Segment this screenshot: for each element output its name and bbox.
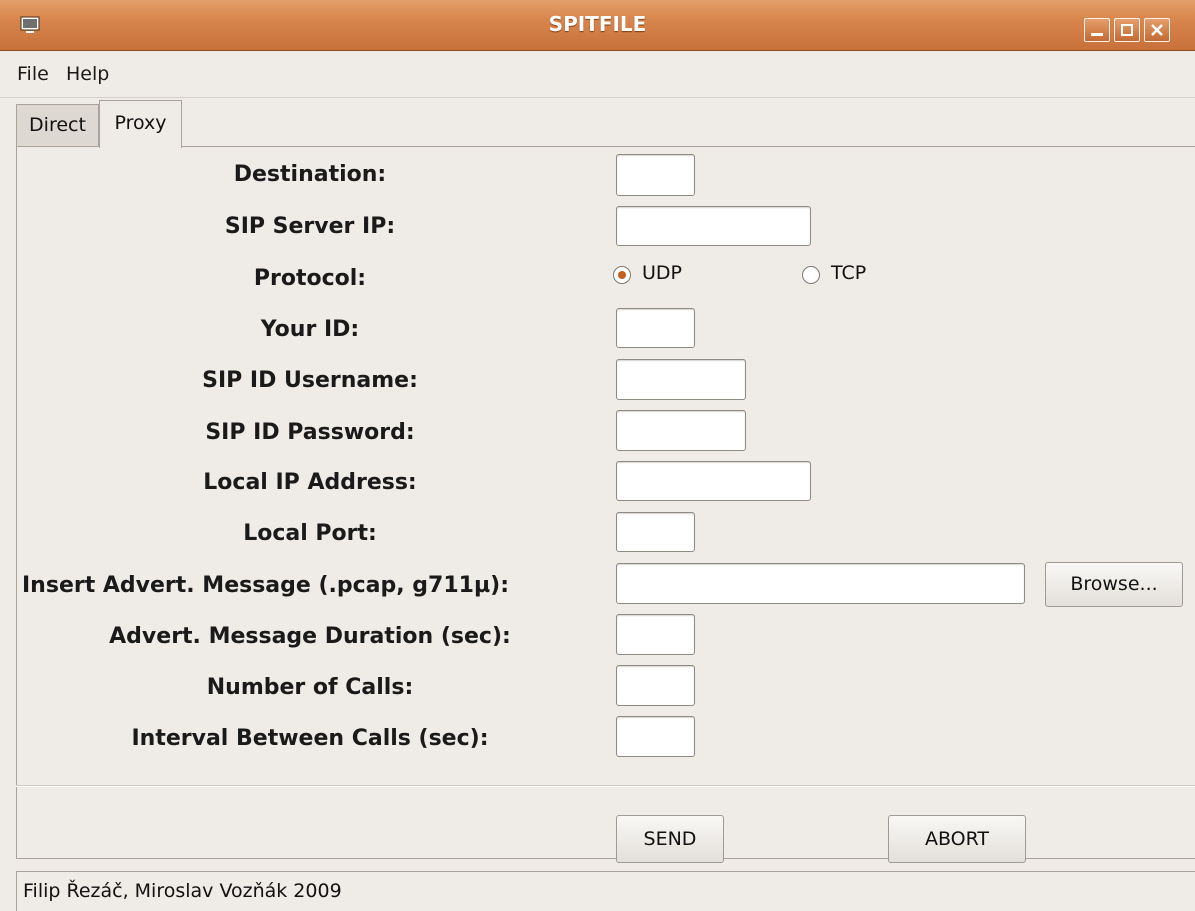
sip-server-ip-label: SIP Server IP: — [224, 214, 396, 239]
your-id-label: Your ID: — [260, 317, 360, 342]
sip-id-username-label: SIP ID Username: — [202, 368, 418, 393]
sip-id-password-field[interactable] — [616, 410, 746, 451]
minimize-icon — [1091, 33, 1103, 36]
number-of-calls-label: Number of Calls: — [206, 675, 414, 700]
interval-between-calls-field[interactable] — [616, 716, 695, 757]
status-bar: Filip Řezáč, Miroslav Vozňák 2009 — [16, 871, 1195, 911]
number-of-calls-field[interactable] — [616, 665, 695, 706]
sip-id-password-label: SIP ID Password: — [205, 420, 415, 445]
udp-radio-label[interactable]: UDP — [642, 262, 682, 284]
menu-file[interactable]: File — [17, 63, 49, 85]
window-title: SPITFILE — [548, 12, 647, 36]
advert-message-field[interactable] — [616, 563, 1025, 604]
local-ip-address-field[interactable] — [616, 461, 811, 501]
udp-radio[interactable] — [613, 266, 631, 284]
destination-label: Destination: — [233, 162, 387, 187]
tab-proxy[interactable]: Proxy — [99, 100, 182, 148]
sip-id-username-field[interactable] — [616, 359, 746, 400]
maximize-icon — [1121, 24, 1133, 36]
local-port-field[interactable] — [616, 512, 695, 552]
maximize-button[interactable] — [1114, 18, 1140, 42]
separator — [16, 785, 1195, 787]
browse-button[interactable]: Browse... — [1045, 562, 1183, 607]
interval-between-calls-label: Interval Between Calls (sec): — [131, 726, 489, 751]
local-ip-address-label: Local IP Address: — [203, 470, 417, 495]
menu-help[interactable]: Help — [66, 63, 109, 85]
abort-button[interactable]: ABORT — [888, 815, 1026, 863]
local-port-label: Local Port: — [243, 521, 377, 546]
menu-bar: File Help — [0, 51, 1195, 98]
advert-duration-label: Advert. Message Duration (sec): — [109, 624, 511, 649]
tcp-radio-label[interactable]: TCP — [831, 262, 866, 284]
close-icon — [1151, 24, 1163, 36]
title-bar[interactable]: SPITFILE — [0, 0, 1195, 51]
tcp-radio[interactable] — [802, 266, 820, 284]
your-id-field[interactable] — [616, 308, 695, 348]
advert-message-label: Insert Advert. Message (.pcap, g711µ): — [22, 573, 510, 598]
sip-server-ip-field[interactable] — [616, 206, 811, 246]
close-button[interactable] — [1144, 18, 1170, 42]
send-button[interactable]: SEND — [616, 815, 724, 863]
proxy-tab-panel — [16, 146, 1195, 859]
status-text: Filip Řezáč, Miroslav Vozňák 2009 — [23, 880, 342, 902]
application-window: SPITFILE File Help Direct Proxy Destinat… — [0, 0, 1195, 911]
advert-duration-field[interactable] — [616, 614, 695, 655]
protocol-label: Protocol: — [253, 266, 367, 291]
tab-direct[interactable]: Direct — [16, 104, 99, 146]
minimize-button[interactable] — [1084, 18, 1110, 42]
destination-field[interactable] — [616, 154, 695, 196]
